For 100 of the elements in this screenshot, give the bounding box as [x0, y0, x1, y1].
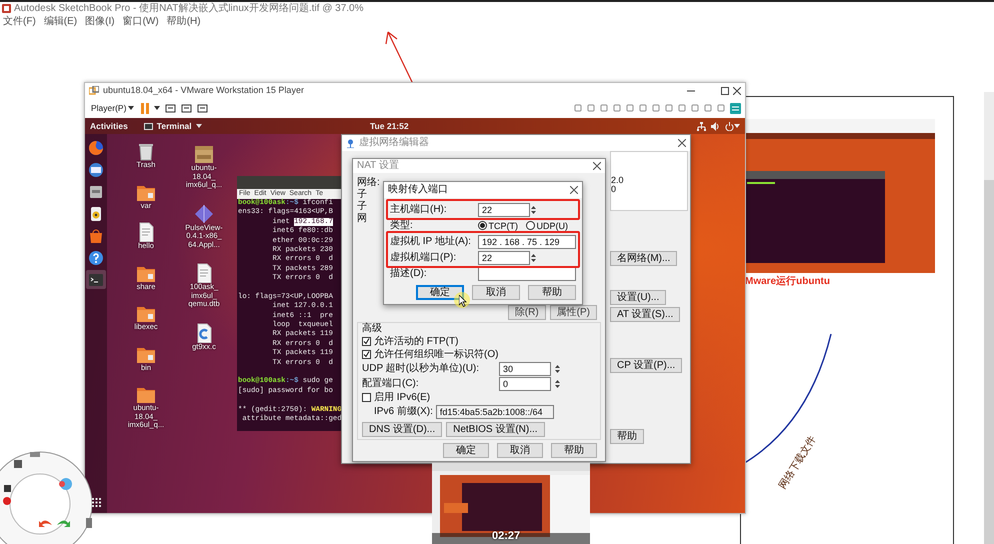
dialog-button[interactable]: CP 设置(P)...: [610, 358, 682, 373]
dialog-button[interactable]: 帮助: [551, 443, 597, 458]
close-icon[interactable]: [678, 139, 686, 147]
text-field[interactable]: fd15:4ba5:5a2b:1008::/64: [436, 404, 554, 418]
radio-label[interactable]: TCP(T): [488, 220, 518, 232]
dialog-button[interactable]: 确定: [416, 285, 464, 300]
network-icon[interactable]: [697, 122, 706, 130]
dialog-title: 映射传入端口: [388, 184, 449, 196]
clock[interactable]: Tue 21:52: [202, 120, 577, 132]
close-icon[interactable]: [593, 162, 601, 170]
checkbox[interactable]: [362, 393, 371, 402]
dialog-button[interactable]: 确定: [443, 443, 489, 458]
mail-icon: [88, 162, 104, 178]
scroll-thumb[interactable]: [984, 180, 994, 544]
dialog-button[interactable]: 取消: [472, 285, 520, 300]
field-label: UDP 超时(以秒为单位)(U):: [362, 362, 480, 374]
radio-button[interactable]: [526, 221, 534, 230]
dock-item[interactable]: [86, 160, 106, 179]
caret-icon[interactable]: [734, 124, 740, 128]
field-label: 描述(D):: [390, 268, 428, 280]
redo-icon[interactable]: [57, 519, 71, 527]
table-cell-text: 0: [611, 185, 618, 194]
menu-item[interactable]: 窗口(W): [122, 14, 159, 27]
shopping-bag-icon: [88, 228, 104, 244]
diamond-icon[interactable]: [194, 204, 214, 224]
power-icon[interactable]: [725, 122, 734, 130]
group-title: 高级: [362, 323, 382, 335]
dialog-button[interactable]: 帮助: [610, 429, 644, 444]
field-label: 虚拟机端口(P):: [390, 252, 458, 264]
fullscreen-icon[interactable]: [181, 102, 192, 114]
volume-icon[interactable]: [711, 122, 720, 130]
checkbox-label: 启用 IPv6(E): [374, 392, 430, 404]
cursor-icon: [459, 295, 467, 307]
dialog-title: NAT 设置: [357, 160, 400, 172]
menu-item[interactable]: 编辑(E): [44, 14, 78, 27]
menu-item[interactable]: 文件(F): [3, 14, 36, 27]
message-icon[interactable]: [730, 102, 741, 114]
dialog-button[interactable]: NetBIOS 设置(N)...: [446, 422, 545, 437]
number-field[interactable]: 30: [499, 362, 551, 376]
send-keys-icon[interactable]: [165, 102, 176, 114]
player-menu-button[interactable]: Player(P): [89, 102, 136, 114]
terminal-icon: [144, 122, 153, 130]
activities-button[interactable]: Activities: [90, 120, 128, 132]
field-label: 配置端口(C):: [362, 378, 420, 390]
checkbox[interactable]: [362, 350, 371, 359]
caption-text: Mware运行ubuntu: [745, 274, 830, 289]
app-menu-button[interactable]: Terminal: [144, 120, 202, 132]
help-icon: [88, 250, 104, 266]
field-label: 子: [357, 188, 367, 201]
drawer-icon: [88, 184, 104, 200]
undo-icon[interactable]: [38, 519, 52, 527]
menu-item[interactable]: 帮助(H): [166, 14, 201, 27]
field-label: 子: [357, 200, 367, 213]
number-field[interactable]: 22: [478, 250, 530, 264]
dialog-button[interactable]: 名网络(M)...: [610, 251, 678, 266]
spinner-icon[interactable]: [554, 362, 561, 374]
spinner-icon[interactable]: [554, 378, 561, 390]
dialog-button[interactable]: DNS 设置(D)...: [362, 422, 442, 437]
caret-icon[interactable]: [154, 106, 160, 110]
box-icon[interactable]: [194, 144, 214, 164]
radio-label[interactable]: UDP(U): [536, 220, 568, 232]
checkbox-label: 允许活动的 FTP(T): [374, 336, 458, 348]
dialog-button[interactable]: 属性(P): [550, 305, 597, 320]
dialog-button[interactable]: 设置(U)...: [610, 290, 666, 305]
field-label: 虚拟机 IP 地址(A):: [390, 236, 472, 248]
network-icon: [346, 138, 355, 148]
maximize-icon[interactable]: [721, 86, 729, 94]
dialog-title: 虚拟网络编辑器: [359, 137, 430, 149]
table-cell-text: 2.0: [611, 176, 625, 185]
handwritten-note: 网络下载文件: [776, 433, 820, 492]
number-field[interactable]: 0: [499, 376, 551, 390]
caret-icon: [196, 124, 202, 128]
caret-icon: [128, 106, 134, 110]
dialog-button[interactable]: 取消: [497, 443, 543, 458]
number-field[interactable]: 22: [478, 202, 530, 216]
field-label: 网络:: [357, 176, 380, 189]
unity-icon[interactable]: [197, 102, 208, 114]
video-time: 02:27: [492, 528, 520, 544]
vmware-logo-icon: [89, 86, 99, 96]
dock-item[interactable]: [86, 248, 106, 267]
browser-icon: [88, 140, 104, 156]
field-label: IPv6 前缀(X):: [374, 406, 433, 418]
field-label: 主机端口(H):: [390, 204, 448, 216]
dialog-button[interactable]: 除(R): [508, 305, 546, 320]
scroll-bar[interactable]: [984, 92, 994, 544]
app-title: Autodesk SketchBook Pro - 使用NAT解决嵌入式linux开发网络问题.tif @ 37.0%: [14, 2, 364, 16]
music-icon: [88, 206, 104, 222]
app-grid-icon[interactable]: [92, 498, 100, 507]
dialog-button[interactable]: AT 设置(S)...: [610, 307, 680, 322]
field-label: 网: [357, 212, 367, 225]
radio-button[interactable]: [478, 221, 486, 230]
close-icon[interactable]: [570, 186, 578, 194]
trash-icon[interactable]: [136, 141, 156, 161]
dialog-button[interactable]: 帮助: [528, 285, 576, 300]
close-icon[interactable]: [733, 86, 741, 94]
menu-item[interactable]: 图像(I): [85, 14, 115, 27]
window-title: ubuntu18.04_x64 - VMware Workstation 15 Player: [103, 84, 305, 97]
ip-address-field[interactable]: 192 . 168 . 75 . 129: [478, 234, 576, 248]
field-label: 类型:: [390, 220, 414, 232]
checkbox[interactable]: [362, 337, 371, 346]
